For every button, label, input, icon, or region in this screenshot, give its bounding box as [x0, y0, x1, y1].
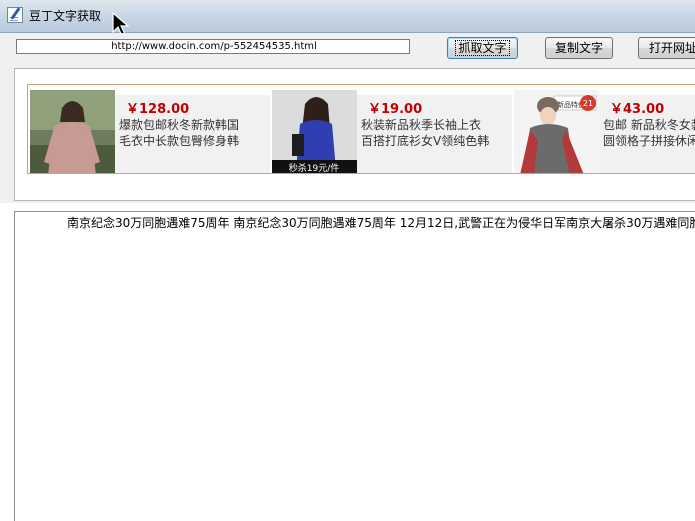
ad-description-line: 秋装新品秋季长袖上衣: [361, 118, 482, 132]
ad-description-line: 百搭打底衫女V领纯色韩: [361, 134, 490, 148]
copy-text-button-label: 复制文字: [554, 41, 603, 55]
fetch-text-button-label: 抓取文字: [455, 40, 510, 56]
ad-frame: ￥128.00 爆款包邮秋冬新款韩国 毛衣中长款包臀修身韩 秒杀19元/件 ￥1…: [14, 68, 695, 201]
app-icon[interactable]: [7, 7, 23, 23]
ad-info: ￥128.00 爆款包邮秋冬新款韩国 毛衣中长款包臀修身韩: [115, 95, 270, 173]
ad-price: ￥43.00: [610, 102, 665, 117]
photo-badge: 21: [583, 99, 593, 108]
product-photo[interactable]: 新品特价 21: [514, 90, 599, 174]
toolbar: 抓取文字 复制文字 打开网址: [0, 33, 695, 63]
open-url-button-label: 打开网址: [648, 41, 695, 55]
copy-text-button[interactable]: 复制文字: [545, 37, 613, 59]
ad-price: ￥128.00: [126, 102, 190, 117]
photo-caption: 秒杀19元/件: [289, 162, 340, 174]
ad-description-line: 包邮 新品秋冬女装: [603, 118, 695, 132]
window-title: 豆丁文字获取: [29, 9, 102, 23]
fetch-text-button[interactable]: 抓取文字: [447, 37, 518, 59]
product-photo[interactable]: 秒杀19元/件: [272, 90, 357, 174]
extracted-text: 南京纪念30万同胞遇难75周年 南京纪念30万同胞遇难75周年 12月12日,武…: [67, 216, 695, 230]
ad-description-line: 圆领格子拼接休闲: [603, 134, 695, 148]
ad-strip: ￥128.00 爆款包邮秋冬新款韩国 毛衣中长款包臀修身韩 秒杀19元/件 ￥1…: [27, 84, 695, 174]
ad-price: ￥19.00: [368, 102, 423, 117]
ad-info: ￥43.00 包邮 新品秋冬女装 圆领格子拼接休闲: [599, 95, 695, 173]
url-input[interactable]: [16, 39, 410, 54]
product-photo[interactable]: [30, 90, 115, 174]
title-bar[interactable]: 豆丁文字获取: [0, 0, 695, 33]
ad-info: ￥19.00 秋装新品秋季长袖上衣 百搭打底衫女V领纯色韩: [357, 95, 512, 173]
extracted-text-area[interactable]: 南京纪念30万同胞遇难75周年 南京纪念30万同胞遇难75周年 12月12日,武…: [14, 211, 695, 521]
ad-description-line: 毛衣中长款包臀修身韩: [119, 134, 240, 148]
ad-pane: ￥128.00 爆款包邮秋冬新款韩国 毛衣中长款包臀修身韩 秒杀19元/件 ￥1…: [0, 63, 695, 203]
ad-description[interactable]: 包邮 新品秋冬女装 圆领格子拼接休闲: [603, 117, 695, 149]
ad-description-line: 爆款包邮秋冬新款韩国: [119, 118, 240, 132]
open-url-button[interactable]: 打开网址: [638, 37, 695, 59]
ad-description[interactable]: 秋装新品秋季长袖上衣 百搭打底衫女V领纯色韩: [361, 117, 489, 149]
ad-description[interactable]: 爆款包邮秋冬新款韩国 毛衣中长款包臀修身韩: [119, 117, 239, 149]
